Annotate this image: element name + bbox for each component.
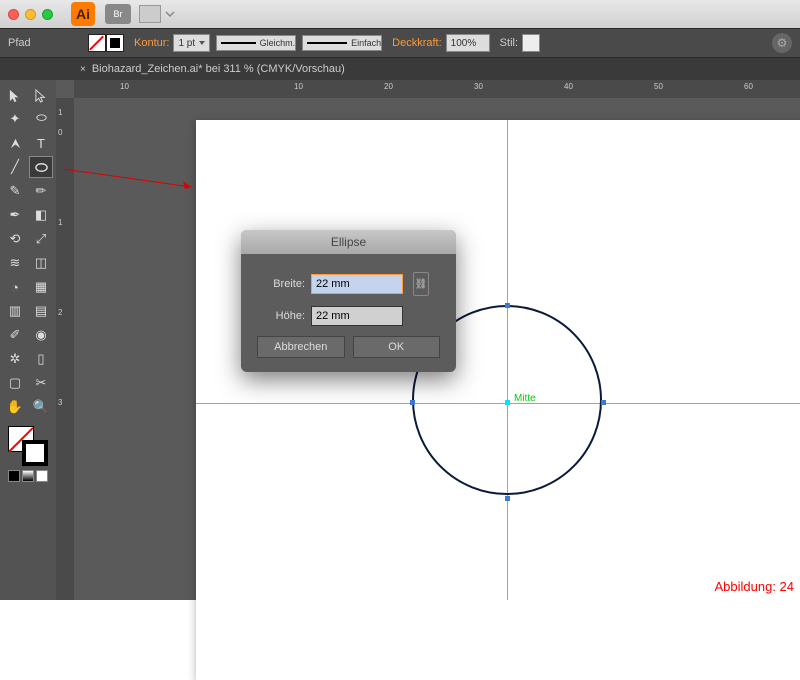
eraser-tool[interactable]: ◧ (29, 204, 53, 226)
stroke-swatch[interactable] (106, 34, 124, 52)
bridge-button[interactable]: Br (105, 4, 131, 24)
control-bar: Pfad Kontur: 1 pt Gleichm. Einfach Deckk… (0, 28, 800, 58)
shape-builder-tool[interactable]: ◔ (3, 276, 27, 298)
height-label: Höhe: (257, 310, 305, 322)
ellipse-tool[interactable] (29, 156, 53, 178)
cancel-button[interactable]: Abbrechen (257, 336, 345, 358)
minimize-window-icon[interactable] (25, 9, 36, 20)
constrain-proportions-icon[interactable]: ⛓ (413, 272, 429, 296)
anchor-bottom[interactable] (505, 496, 510, 501)
zoom-tool[interactable]: 🔍 (29, 396, 53, 418)
height-input[interactable]: 22 mm (311, 306, 403, 326)
eyedropper-tool[interactable]: ✐ (3, 324, 27, 346)
type-tool[interactable]: T (29, 132, 53, 154)
color-mode-solid[interactable] (8, 470, 20, 482)
line-tool[interactable]: ╱ (3, 156, 27, 178)
ruler-vertical[interactable]: 1 0 1 2 3 (56, 98, 74, 600)
kontur-label[interactable]: Kontur: (134, 37, 169, 49)
width-tool[interactable]: ≋ (3, 252, 27, 274)
style-swatch[interactable] (522, 34, 540, 52)
chevron-down-icon[interactable] (165, 9, 175, 19)
object-type-label: Pfad (8, 37, 68, 49)
annotation-arrow-1 (61, 165, 201, 195)
canvas-area[interactable]: 10 10 20 30 40 50 60 1 0 1 2 3 Mitte Abb… (56, 80, 800, 600)
free-transform-tool[interactable]: ◫ (29, 252, 53, 274)
opacity-field[interactable]: 100% (446, 34, 490, 52)
dialog-title: Ellipse (241, 230, 456, 254)
ruler-horizontal[interactable]: 10 10 20 30 40 50 60 (74, 80, 800, 98)
stroke-profile-1[interactable]: Gleichm. (216, 35, 296, 51)
stroke-weight-dropdown[interactable]: 1 pt (173, 34, 210, 52)
width-input[interactable]: 22 mm (311, 274, 403, 294)
blob-brush-tool[interactable]: ✒ (3, 204, 27, 226)
mesh-tool[interactable]: ▥ (3, 300, 27, 322)
tools-panel: ✦ T ╱ ✎ ✏ ✒ ◧ ⟲ ⤢ ≋ ◫ ◔ ▦ ▥ ▤ ✐ ◉ ✲ ▯ ▢ … (0, 80, 56, 600)
window-controls (8, 9, 53, 20)
macos-titlebar: Ai Br (0, 0, 800, 28)
figure-caption: Abbildung: 24 (714, 579, 794, 594)
hand-tool[interactable]: ✋ (3, 396, 27, 418)
app-icon: Ai (71, 2, 95, 26)
color-mode-gradient[interactable] (22, 470, 34, 482)
deckkraft-label[interactable]: Deckkraft: (392, 37, 442, 49)
pencil-tool[interactable]: ✏ (29, 180, 53, 202)
gradient-tool[interactable]: ▤ (29, 300, 53, 322)
direct-selection-tool[interactable] (29, 84, 53, 106)
stroke-profile-2[interactable]: Einfach (302, 35, 382, 51)
slice-tool[interactable]: ✂ (29, 372, 53, 394)
width-label: Breite: (257, 278, 305, 290)
scale-tool[interactable]: ⤢ (29, 228, 53, 250)
fill-stroke-indicator[interactable] (8, 426, 48, 466)
close-tab-icon[interactable]: × (80, 64, 86, 75)
ellipse-dialog: Ellipse Breite: 22 mm ⛓ Höhe: 22 mm Abbr… (241, 230, 456, 372)
document-tab-title[interactable]: Biohazard_Zeichen.ai* bei 311 % (CMYK/Vo… (92, 63, 345, 75)
center-point[interactable] (505, 400, 510, 405)
stil-label: Stil: (500, 37, 518, 49)
blend-tool[interactable]: ◉ (29, 324, 53, 346)
color-mode-buttons (8, 470, 48, 482)
anchor-right[interactable] (601, 400, 606, 405)
workspace-layout-button[interactable] (139, 5, 161, 23)
symbol-sprayer-tool[interactable]: ✲ (3, 348, 27, 370)
magic-wand-tool[interactable]: ✦ (3, 108, 27, 130)
paintbrush-tool[interactable]: ✎ (3, 180, 27, 202)
anchor-left[interactable] (410, 400, 415, 405)
pen-tool[interactable] (3, 132, 27, 154)
zoom-window-icon[interactable] (42, 9, 53, 20)
selection-tool[interactable] (3, 84, 27, 106)
color-mode-none[interactable] (36, 470, 48, 482)
smart-guide-label: Mitte (514, 393, 536, 404)
lasso-tool[interactable] (29, 108, 53, 130)
fill-swatch[interactable] (88, 34, 106, 52)
close-window-icon[interactable] (8, 9, 19, 20)
artboard-tool[interactable]: ▢ (3, 372, 27, 394)
stroke-indicator[interactable] (22, 440, 48, 466)
rotate-tool[interactable]: ⟲ (3, 228, 27, 250)
anchor-top[interactable] (505, 303, 510, 308)
column-graph-tool[interactable]: ▯ (29, 348, 53, 370)
ok-button[interactable]: OK (353, 336, 441, 358)
panel-menu-icon[interactable]: ⚙ (772, 33, 792, 53)
perspective-grid-tool[interactable]: ▦ (29, 276, 53, 298)
document-tab-bar: × Biohazard_Zeichen.ai* bei 311 % (CMYK/… (0, 58, 800, 80)
